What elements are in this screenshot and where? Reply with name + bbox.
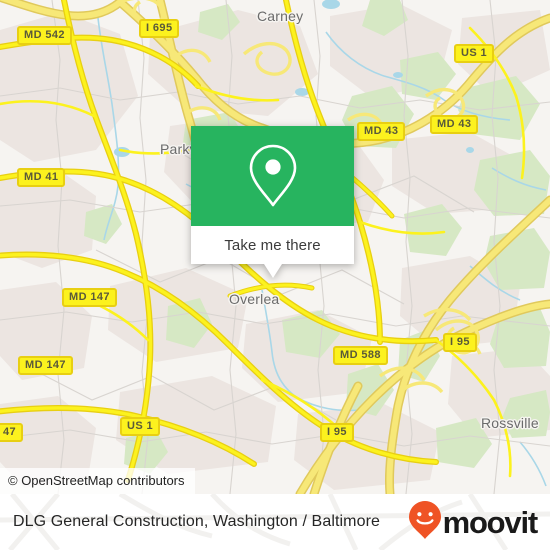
moovit-wordmark: moovit [442, 504, 539, 540]
map-attribution: © OpenStreetMap contributors [0, 468, 195, 494]
moovit-smiley-pin-icon [408, 500, 442, 545]
destination-popup-card[interactable]: Take me there [191, 126, 354, 278]
take-me-there-button[interactable]: Take me there [191, 226, 354, 264]
location-pin-icon [246, 143, 300, 209]
popup-card-header [191, 126, 354, 226]
moovit-logo[interactable]: moovit [408, 500, 539, 545]
footer-bar: DLG General Construction, Washington / B… [0, 494, 550, 550]
moovit-map-screenshot: Carney Parkville Overlea Rossville MD 54… [0, 0, 550, 550]
popup-card-pointer [263, 264, 282, 278]
page-title: DLG General Construction, Washington / B… [13, 513, 381, 530]
map-canvas[interactable]: Carney Parkville Overlea Rossville MD 54… [0, 0, 550, 494]
take-me-there-label: Take me there [224, 236, 321, 254]
